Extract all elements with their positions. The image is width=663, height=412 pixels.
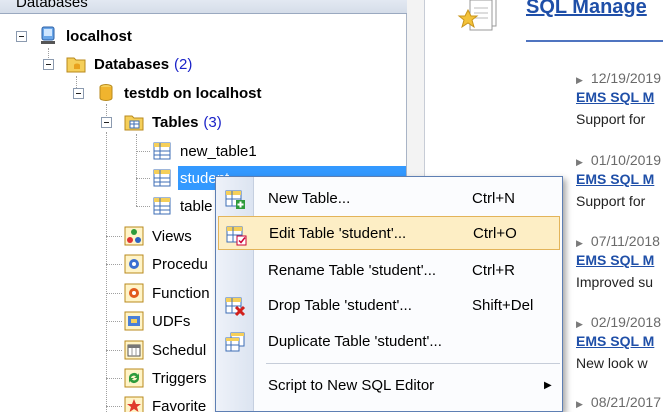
menu-item-script-to-sql-editor[interactable]: Script to New SQL Editor ▶ [218, 368, 560, 402]
tree-node-label: Triggers [152, 369, 207, 387]
collapse-tables-toggle[interactable] [101, 117, 112, 128]
menu-item-rename-table[interactable]: Rename Table 'student'... Ctrl+R [218, 253, 560, 287]
tree-node-scheduled-events[interactable]: Schedul [124, 338, 206, 362]
expand-arrow-icon[interactable]: ▶ [576, 238, 583, 248]
news-document-icon [456, 0, 506, 40]
news-date: 07/11/2018 [590, 233, 660, 249]
menu-item-shortcut: Shift+Del [472, 296, 534, 314]
tree-node-label: Procedu [152, 255, 208, 273]
tables-count: (3) [203, 113, 222, 131]
news-link[interactable]: EMS SQL M [576, 171, 663, 187]
news-date: 02/19/2018 [590, 314, 661, 330]
news-link[interactable]: EMS SQL M [576, 252, 663, 268]
collapse-databases-toggle[interactable] [43, 59, 54, 70]
procedures-icon [124, 254, 144, 274]
tree-node-label: table [180, 197, 213, 215]
tree-node-table-new-table1[interactable]: new_table1 [152, 139, 257, 163]
menu-item-label: Drop Table 'student'... [268, 296, 412, 314]
menu-item-new-table[interactable]: New Table... Ctrl+N [218, 181, 560, 215]
news-summary: Support for [576, 111, 646, 127]
tree-node-label: Favorite [152, 397, 207, 412]
favorites-icon [124, 396, 144, 412]
tree-node-favorites[interactable]: Favorite [124, 394, 206, 412]
expand-arrow-icon[interactable]: ▶ [576, 319, 583, 329]
tree-node-table-3[interactable]: table [152, 194, 213, 218]
udfs-icon [124, 311, 144, 331]
menu-separator [266, 363, 560, 364]
tree-node-tables[interactable]: Tables (3) [124, 110, 222, 134]
news-item: ▶ 02/19/2018 EMS SQL M New look w [576, 314, 663, 371]
menu-item-label: Script to New SQL Editor [268, 376, 435, 394]
tree-node-label: localhost [66, 27, 132, 45]
tree-node-triggers[interactable]: Triggers [124, 366, 206, 390]
menu-item-shortcut: Ctrl+R [472, 261, 515, 279]
server-icon [38, 26, 58, 46]
tree-node-testdb[interactable]: testdb on localhost [96, 81, 262, 105]
tree-node-label: Views [152, 227, 192, 245]
news-date: 08/21/2017 [590, 394, 661, 410]
duplicate-table-icon [224, 331, 246, 353]
menu-item-label: Rename Table 'student'... [268, 261, 437, 279]
tree-node-localhost[interactable]: localhost [38, 24, 132, 48]
expand-arrow-icon[interactable]: ▶ [576, 399, 583, 409]
news-item: ▶ 01/10/2019 EMS SQL M Support for [576, 152, 663, 209]
tree-node-label: Schedul [152, 341, 207, 359]
expand-arrow-icon[interactable]: ▶ [576, 75, 583, 85]
new-table-icon [224, 188, 246, 210]
triggers-icon [124, 368, 144, 388]
tree-node-label: new_table1 [180, 142, 257, 160]
menu-item-shortcut: Ctrl+O [473, 224, 517, 242]
pane-header: Databases [0, 0, 407, 14]
news-item: ▶ 08/21/2017 [576, 394, 663, 410]
tree-node-label: Tables [152, 113, 199, 131]
news-summary: Improved su [576, 274, 654, 290]
menu-item-label: Duplicate Table 'student'... [268, 332, 442, 350]
title-divider [526, 40, 663, 42]
databases-count: (2) [174, 55, 193, 73]
tree-node-functions[interactable]: Function [124, 281, 210, 305]
pane-header-title: Databases [16, 0, 88, 11]
tree-node-label: Function [152, 284, 210, 302]
submenu-arrow-icon: ▶ [544, 379, 552, 391]
tree-node-procedures[interactable]: Procedu [124, 252, 208, 276]
start-page-title-link[interactable]: SQL Manage [526, 0, 647, 19]
menu-item-edit-table[interactable]: Edit Table 'student'... Ctrl+O [218, 216, 560, 250]
tree-node-label: UDFs [152, 312, 191, 330]
news-item: ▶ 12/19/2019 EMS SQL M Support for [576, 70, 663, 127]
expand-arrow-icon[interactable]: ▶ [576, 157, 583, 167]
table-icon [152, 196, 172, 216]
database-icon [96, 83, 116, 103]
tree-node-label: Databases [94, 55, 170, 73]
collapse-localhost-toggle[interactable] [16, 31, 27, 42]
folder-tables-icon [124, 112, 144, 132]
tree-node-databases[interactable]: Databases (2) [66, 52, 192, 76]
news-link[interactable]: EMS SQL M [576, 89, 663, 105]
news-date: 12/19/2019 [590, 70, 661, 86]
menu-item-label: Edit Table 'student'... [269, 224, 407, 242]
news-item: ▶ 07/11/2018 EMS SQL M Improved su [576, 233, 663, 290]
collapse-testdb-toggle[interactable] [73, 88, 84, 99]
news-summary: Support for [576, 193, 646, 209]
menu-item-shortcut: Ctrl+N [472, 189, 515, 207]
table-context-menu: New Table... Ctrl+N Edit Table 'student'… [215, 176, 563, 412]
news-date: 01/10/2019 [590, 152, 661, 168]
tree-node-udfs[interactable]: UDFs [124, 309, 190, 333]
news-summary: New look w [576, 355, 648, 371]
news-link[interactable]: EMS SQL M [576, 333, 663, 349]
functions-icon [124, 283, 144, 303]
table-icon [152, 168, 172, 188]
menu-item-label: New Table... [268, 189, 351, 207]
views-icon [124, 226, 144, 246]
scheduled-events-icon [124, 340, 144, 360]
menu-item-drop-table[interactable]: Drop Table 'student'... Shift+Del [218, 288, 560, 322]
tree-node-label: testdb on localhost [124, 84, 262, 102]
edit-table-icon [225, 224, 247, 246]
table-icon [152, 141, 172, 161]
folder-database-icon [66, 54, 86, 74]
drop-table-icon [224, 295, 246, 317]
menu-item-duplicate-table[interactable]: Duplicate Table 'student'... [218, 324, 560, 358]
tree-node-views[interactable]: Views [124, 224, 192, 248]
